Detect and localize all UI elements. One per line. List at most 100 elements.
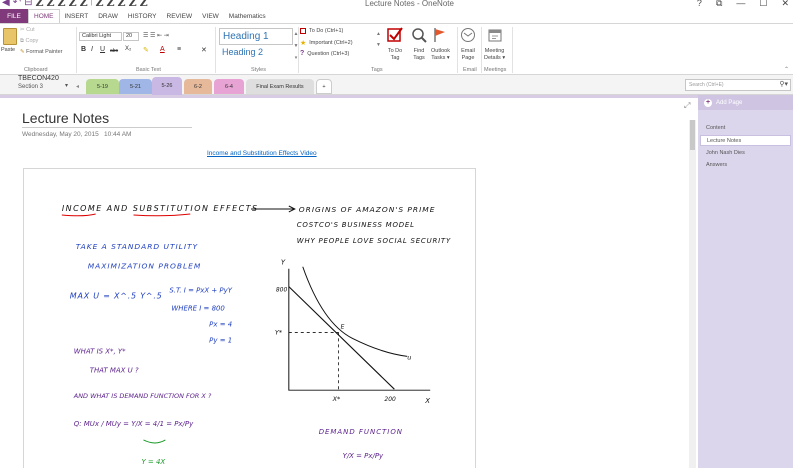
back-icon[interactable]: ◀: [2, 0, 10, 8]
collapse-ribbon-icon[interactable]: ⌃: [784, 66, 789, 73]
section-tab-5-26[interactable]: 5-26: [152, 77, 182, 95]
add-section-button[interactable]: +: [316, 79, 332, 94]
video-link[interactable]: Income and Substitution Effects Video: [207, 150, 317, 157]
tag-important[interactable]: ★ Important (Ctrl+2): [300, 39, 353, 47]
dock-icon[interactable]: ⊟: [24, 0, 32, 8]
italic-button[interactable]: I: [91, 46, 93, 53]
graph-y-tick: 800: [276, 287, 288, 294]
page-item-answers[interactable]: Answers: [700, 160, 791, 171]
section-tab-5-21[interactable]: 5-21: [119, 79, 152, 94]
highlight-button[interactable]: ✎: [143, 46, 149, 54]
search-icon[interactable]: ⚲▾: [779, 80, 788, 90]
cut-button[interactable]: ✂ Cut: [20, 27, 35, 33]
handwritten-notes: INCOME AND SUBSTITUTION EFFECTS ORIGINS …: [61, 204, 450, 466]
email-group-label: Email: [463, 67, 477, 73]
graph-axes: [288, 268, 431, 391]
pen-icon[interactable]: Z: [35, 0, 43, 8]
section-tab-5-19[interactable]: 5-19: [86, 79, 119, 94]
tab-home[interactable]: HOME: [28, 9, 60, 23]
copy-button[interactable]: ⧉ Copy: [20, 38, 38, 45]
tab-review[interactable]: REVIEW: [162, 9, 198, 23]
tab-history[interactable]: HISTORY: [123, 9, 162, 23]
undo-icon[interactable]: ↶: [13, 0, 21, 8]
section-tab-6-4[interactable]: 6-4: [214, 79, 244, 94]
pen-icon[interactable]: Z: [107, 0, 115, 8]
font-name-select[interactable]: Calibri Light: [79, 32, 122, 41]
pen-icon[interactable]: Z: [80, 0, 88, 8]
back-arrow-icon[interactable]: ◂: [76, 83, 79, 90]
todo-tag-button[interactable]: To Do Tag: [387, 27, 403, 62]
indifference-curve: [302, 266, 408, 357]
font-size-select[interactable]: 20: [123, 32, 139, 41]
ribbon: Paste ✂ Cut ⧉ Copy ✎ Format Painter Clip…: [0, 23, 793, 75]
ink-line: THAT MAX U ?: [90, 366, 139, 374]
page-title[interactable]: Lecture Notes: [22, 110, 192, 128]
page-canvas[interactable]: Lecture Notes Wednesday, May 20, 2015 10…: [0, 95, 698, 468]
page-item-lecture-notes[interactable]: Lecture Notes: [700, 135, 791, 146]
list-icons[interactable]: ☰ ☰ ⇤ ⇥: [143, 32, 169, 39]
divider: [512, 27, 513, 73]
paste-icon[interactable]: [3, 28, 17, 45]
bold-button[interactable]: B: [81, 46, 86, 53]
ink-line: MAX U = X^.5 Y^.5: [70, 292, 163, 301]
style-heading-2[interactable]: Heading 2: [219, 44, 293, 61]
page-time: 10:44 AM: [104, 131, 132, 138]
page-date: Wednesday, May 20, 2015: [22, 131, 99, 138]
clear-format-button[interactable]: ✕: [201, 46, 207, 54]
pen-icon[interactable]: Z: [58, 0, 66, 8]
help-icon[interactable]: ?: [697, 0, 702, 9]
style-heading-1[interactable]: Heading 1: [219, 28, 293, 45]
find-tags-button[interactable]: Find Tags: [411, 27, 427, 62]
restore-ribbon-icon[interactable]: ⧉: [716, 0, 722, 9]
divider: [76, 27, 77, 73]
search-input[interactable]: Search (Ctrl+E) ⚲▾: [685, 79, 791, 91]
pen-icon[interactable]: Z: [95, 0, 103, 8]
add-page-button[interactable]: + Add Page: [698, 95, 793, 110]
pen-icon[interactable]: Z: [129, 0, 137, 8]
meeting-details-button[interactable]: Meeting Details ▾: [484, 27, 505, 62]
notebook-name[interactable]: TBECON420: [18, 75, 59, 82]
title-bar: ◀ ↶ ⊟ Z Z Z Z Z | Z Z Z Z Z Lecture Note…: [0, 0, 793, 9]
magnifier-icon: [412, 28, 427, 43]
tab-view[interactable]: VIEW: [197, 9, 224, 23]
outlook-tasks-button[interactable]: Outlook Tasks ▾: [431, 27, 450, 62]
indifference-graph: Y X 800 200 u Y* X* E: [275, 259, 430, 405]
tag-todo[interactable]: To Do (Ctrl+1): [300, 28, 343, 34]
page-item-john-nash-dies[interactable]: John Nash Dies: [700, 148, 791, 159]
maximize-icon[interactable]: ☐: [759, 0, 767, 9]
pen-icon[interactable]: Z: [140, 0, 148, 8]
section-tab-final-exam-results[interactable]: Final Exam Results: [246, 79, 314, 94]
pen-icon[interactable]: Z: [118, 0, 126, 8]
tags-scroll[interactable]: ▲ ▼: [376, 29, 381, 51]
graph-x-star: X*: [332, 395, 341, 403]
green-bracket: [143, 439, 166, 444]
section-tab-6-2[interactable]: 6-2: [184, 79, 212, 94]
underline-button[interactable]: U: [100, 46, 105, 53]
font-color-button[interactable]: A: [160, 46, 165, 53]
notebook-dropdown-icon[interactable]: ▾: [65, 82, 68, 89]
tab-file[interactable]: FILE: [0, 9, 28, 23]
ink-line: S.T. I = PxX + PyY: [169, 287, 232, 295]
page-scrollbar[interactable]: [689, 120, 696, 468]
strikethrough-button[interactable]: abc: [110, 48, 118, 54]
ink-note-container[interactable]: INCOME AND SUBSTITUTION EFFECTS ORIGINS …: [23, 168, 476, 468]
page-item-content[interactable]: Content: [700, 123, 791, 134]
expand-page-icon[interactable]: ⤢: [684, 101, 690, 111]
format-painter-button[interactable]: ✎ Format Painter: [20, 49, 63, 55]
email-page-button[interactable]: Email Page: [460, 27, 476, 62]
close-icon[interactable]: ✕: [781, 0, 789, 9]
tab-draw[interactable]: DRAW: [93, 9, 123, 23]
pen-icon[interactable]: Z: [69, 0, 77, 8]
plus-icon: +: [704, 98, 712, 107]
tag-question[interactable]: ? Question (Ctrl+3): [300, 50, 349, 57]
pen-icon[interactable]: Z: [47, 0, 55, 8]
notebook-bar: TBECON420 Section 3 ▾ ◂ 5-19 5-21 5-26 6…: [0, 75, 793, 95]
minimize-icon[interactable]: —: [736, 0, 745, 9]
flag-icon: [434, 28, 446, 42]
paste-button[interactable]: Paste: [1, 47, 15, 53]
tab-mathematics[interactable]: Mathematics: [224, 9, 271, 23]
tab-insert[interactable]: INSERT: [60, 9, 94, 23]
align-button[interactable]: ≡: [177, 46, 181, 53]
subscript-button[interactable]: X₂: [125, 46, 131, 52]
scrollbar-thumb[interactable]: [690, 120, 695, 150]
